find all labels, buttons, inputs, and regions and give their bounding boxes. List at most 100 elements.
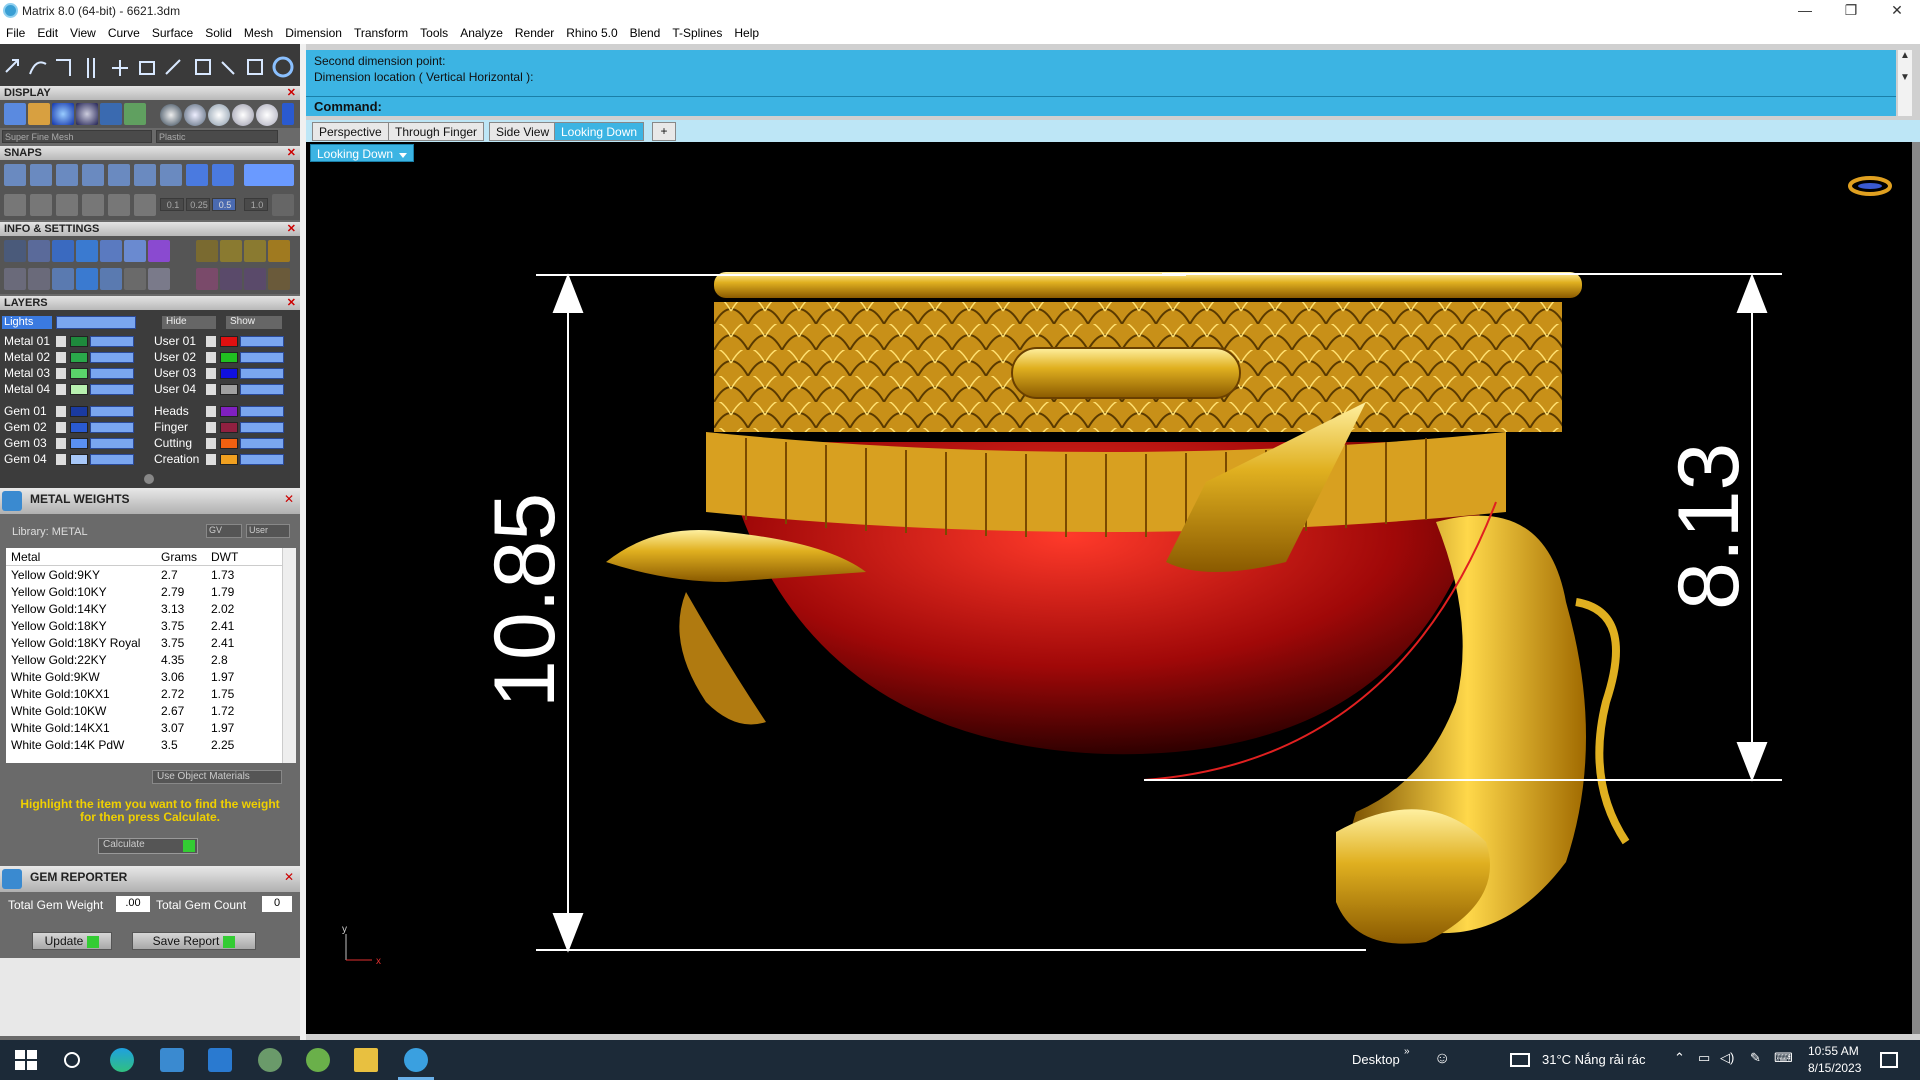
viewport-looking-down[interactable]: Looking Down 10.85 8.13 y x	[306, 142, 1912, 1034]
snap-toggle-icon[interactable]	[244, 164, 294, 186]
grid-icon[interactable]	[124, 103, 146, 125]
puzzle-icon[interactable]	[196, 240, 218, 262]
column-grams[interactable]: Grams	[161, 550, 197, 564]
mail-icon[interactable]	[208, 1048, 232, 1072]
layer-color-swatch[interactable]	[70, 384, 88, 395]
layer-user-02[interactable]: User 02	[154, 350, 196, 365]
layer-color-swatch[interactable]	[70, 438, 88, 449]
shaded-icon[interactable]	[28, 103, 50, 125]
menu-surface[interactable]: Surface	[146, 22, 199, 40]
layer-expand-icon[interactable]	[56, 352, 66, 363]
table-row[interactable]: White Gold:9KW 3.06 1.97	[6, 668, 296, 685]
restore-button[interactable]: ❐	[1828, 0, 1874, 22]
layer-lock-visibility-controls[interactable]	[90, 336, 134, 347]
cube-icon[interactable]	[76, 240, 98, 262]
gumball-icon[interactable]	[134, 194, 156, 216]
column-metal[interactable]: Metal	[11, 550, 40, 564]
layer-expand-icon[interactable]	[206, 336, 216, 347]
layer-lock-visibility-controls[interactable]	[240, 422, 284, 433]
layer-color-swatch[interactable]	[70, 336, 88, 347]
weather-label[interactable]: 31°C Nắng rải rác	[1542, 1052, 1645, 1067]
menu-edit[interactable]: Edit	[31, 22, 64, 40]
layer-color-swatch[interactable]	[220, 368, 238, 379]
search-icon[interactable]	[28, 240, 50, 262]
close-icon[interactable]: ✕	[287, 222, 296, 236]
tool-a-icon[interactable]	[220, 240, 242, 262]
layer-color-swatch[interactable]	[220, 438, 238, 449]
gear-app-icon[interactable]	[306, 1048, 330, 1072]
table-icon[interactable]	[4, 268, 26, 290]
gv-button[interactable]: GV	[206, 524, 242, 538]
smarttrack-icon[interactable]	[108, 194, 130, 216]
collapse-icon[interactable]	[144, 474, 154, 484]
layer-lock-visibility-controls[interactable]	[90, 454, 134, 465]
windows-start-icon[interactable]	[14, 1048, 38, 1072]
osnap-icon[interactable]	[82, 194, 104, 216]
layer-gem-02[interactable]: Gem 02	[4, 420, 47, 435]
close-icon[interactable]: ✕	[287, 146, 296, 160]
table-row[interactable]: Yellow Gold:9KY 2.7 1.73	[6, 566, 296, 583]
layer-lock-visibility-controls[interactable]	[240, 438, 284, 449]
menu-file[interactable]: File	[0, 22, 31, 40]
material-ball-3-icon[interactable]	[208, 104, 230, 126]
layer-gem-01[interactable]: Gem 01	[4, 404, 47, 419]
metal-weights-table[interactable]: Metal Grams DWT Yellow Gold:9KY 2.7 1.73 Ye…	[6, 548, 296, 763]
layer-expand-icon[interactable]	[206, 406, 216, 417]
desktop-label[interactable]: Desktop	[1352, 1052, 1400, 1067]
layer-color-swatch[interactable]	[220, 336, 238, 347]
close-icon[interactable]: ✕	[284, 492, 294, 506]
layer-expand-icon[interactable]	[206, 352, 216, 363]
material-select[interactable]: Plastic	[156, 130, 278, 143]
filter-icon[interactable]	[100, 268, 122, 290]
snap-perp-icon[interactable]	[160, 164, 182, 186]
store-icon[interactable]	[160, 1048, 184, 1072]
layer-cutting[interactable]: Cutting	[154, 436, 192, 451]
layer-lock-visibility-controls[interactable]	[90, 368, 134, 379]
layer-expand-icon[interactable]	[56, 336, 66, 347]
chevron-up-icon[interactable]: »	[1404, 1046, 1410, 1057]
close-button[interactable]: ✕	[1874, 0, 1920, 22]
command-scrollbar[interactable]: ▲ ▼	[1898, 50, 1912, 116]
tray-expand-icon[interactable]: ⌃	[1674, 1050, 1685, 1066]
tab-perspective[interactable]: Perspective	[312, 122, 389, 141]
environment-icon[interactable]	[100, 103, 122, 125]
menu-mesh[interactable]: Mesh	[238, 22, 279, 40]
table-row[interactable]: White Gold:10KW 2.67 1.72	[6, 702, 296, 719]
layer-expand-icon[interactable]	[56, 406, 66, 417]
new-tab-button[interactable]: +	[652, 122, 676, 141]
transform-tools-icons[interactable]	[0, 44, 300, 86]
clock-time[interactable]: 10:55 AM	[1808, 1044, 1859, 1058]
layer-gem-04[interactable]: Gem 04	[4, 452, 47, 467]
volume-icon[interactable]: ◁)	[1720, 1050, 1734, 1066]
layer-metal-03[interactable]: Metal 03	[4, 366, 50, 381]
people-icon[interactable]: ☺	[1434, 1050, 1450, 1068]
tab-through-finger[interactable]: Through Finger	[388, 122, 485, 141]
ortho-icon[interactable]	[30, 194, 52, 216]
tool-c-icon[interactable]	[268, 240, 290, 262]
table-row[interactable]: White Gold:14KX1 3.07 1.97	[6, 719, 296, 736]
snap-point-icon[interactable]	[56, 164, 78, 186]
close-icon[interactable]: ✕	[287, 86, 296, 100]
layer-heads[interactable]: Heads	[154, 404, 189, 419]
plugin-a-icon[interactable]	[196, 268, 218, 290]
document-icon[interactable]	[100, 240, 122, 262]
lights-layer[interactable]: Lights	[2, 316, 52, 329]
layer-expand-icon[interactable]	[56, 384, 66, 395]
layer-expand-icon[interactable]	[56, 438, 66, 449]
menu-blend[interactable]: Blend	[624, 22, 667, 40]
layer-color-swatch[interactable]	[70, 406, 88, 417]
palette-icon[interactable]	[148, 240, 170, 262]
layer-expand-icon[interactable]	[206, 438, 216, 449]
layer-lock-visibility-controls[interactable]	[240, 454, 284, 465]
menu-transform[interactable]: Transform	[348, 22, 414, 40]
battery-icon[interactable]	[1510, 1053, 1530, 1067]
list-icon[interactable]	[148, 268, 170, 290]
material-ball-1-icon[interactable]	[160, 104, 182, 126]
layer-user-03[interactable]: User 03	[154, 366, 196, 381]
plugin-c-icon[interactable]	[244, 268, 266, 290]
snap-value-3[interactable]: 0.5	[212, 198, 236, 211]
edge-icon[interactable]	[110, 1048, 134, 1072]
edit-icon[interactable]	[124, 240, 146, 262]
menu-help[interactable]: Help	[728, 22, 765, 40]
material-ball-5-icon[interactable]	[256, 104, 278, 126]
